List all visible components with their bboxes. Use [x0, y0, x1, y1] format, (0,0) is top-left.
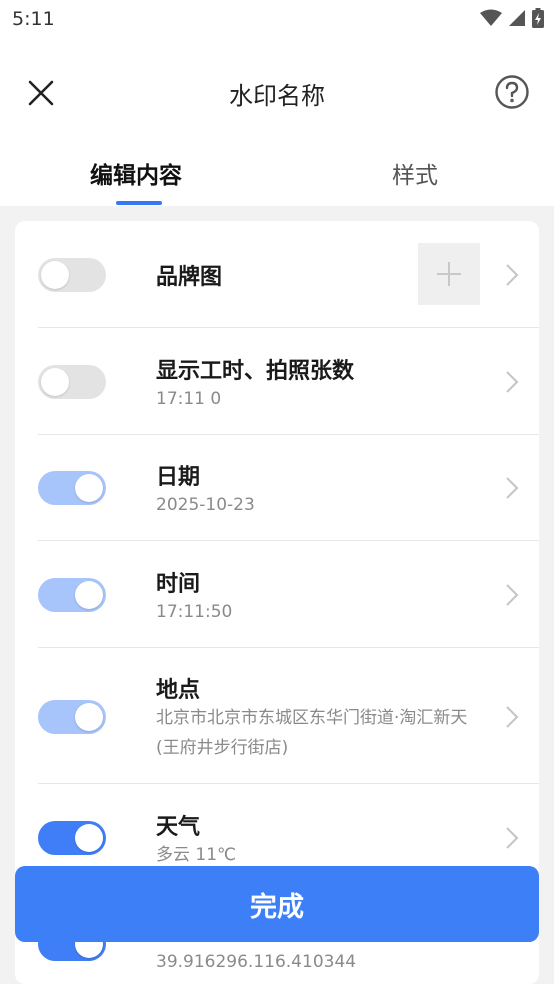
- toggle-brand-image[interactable]: [38, 258, 106, 292]
- item-subtitle: 39.916296.116.410344: [156, 952, 357, 972]
- item-title: 天气: [156, 815, 201, 840]
- signal-icon: [509, 10, 525, 26]
- toggle-work-hours[interactable]: [38, 365, 106, 399]
- done-button[interactable]: 完成: [15, 866, 539, 942]
- item-subtitle: 2025-10-23: [156, 495, 255, 515]
- toggle-knob: [75, 581, 103, 609]
- tab-style[interactable]: 样式: [392, 156, 438, 200]
- add-brand-image-button[interactable]: [418, 243, 480, 305]
- item-subtitle: 17:11 0: [156, 389, 222, 409]
- toggle-knob: [75, 474, 103, 502]
- wifi-icon: [480, 9, 502, 26]
- battery-icon: [532, 8, 544, 28]
- item-subtitle: 17:11:50: [156, 602, 233, 622]
- help-icon: [495, 75, 529, 109]
- list-item-work-hours[interactable]: 显示工时、拍照张数 17:11 0: [15, 328, 539, 435]
- item-title: 地点: [156, 678, 201, 703]
- item-title: 品牌图: [156, 265, 223, 290]
- tab-edit-content[interactable]: 编辑内容: [90, 156, 182, 200]
- list-item-date[interactable]: 日期 2025-10-23: [15, 435, 539, 541]
- plus-icon: [437, 262, 461, 286]
- toggle-date[interactable]: [38, 471, 106, 505]
- item-title: 日期: [156, 465, 201, 490]
- chevron-right-icon: [506, 706, 519, 728]
- toggle-location[interactable]: [38, 700, 106, 734]
- tab-active-indicator: [116, 201, 162, 205]
- list-item-brand-image[interactable]: 品牌图: [15, 221, 539, 328]
- page-title: 水印名称: [229, 82, 325, 110]
- toggle-knob: [41, 368, 69, 396]
- item-subtitle: 北京市北京市东城区东华门街道·淘汇新天(王府井步行街店): [156, 708, 468, 758]
- chevron-right-icon: [506, 584, 519, 606]
- item-title: 显示工时、拍照张数: [156, 359, 355, 384]
- item-title: 时间: [156, 572, 201, 597]
- chevron-right-icon: [506, 264, 519, 286]
- status-time: 5:11: [12, 8, 55, 30]
- chevron-right-icon: [506, 371, 519, 393]
- status-icons: [480, 8, 544, 28]
- chevron-right-icon: [506, 477, 519, 499]
- toggle-weather[interactable]: [38, 821, 106, 855]
- list-item-location[interactable]: 地点 北京市北京市东城区东华门街道·淘汇新天(王府井步行街店): [15, 648, 539, 784]
- toggle-knob: [75, 703, 103, 731]
- toggle-knob: [75, 824, 103, 852]
- help-button[interactable]: [492, 72, 532, 112]
- toggle-knob: [41, 261, 69, 289]
- header: 水印名称 编辑内容 样式: [0, 38, 554, 206]
- list-item-time[interactable]: 时间 17:11:50: [15, 541, 539, 648]
- toggle-time[interactable]: [38, 578, 106, 612]
- status-bar: 5:11: [0, 0, 554, 38]
- chevron-right-icon: [506, 827, 519, 849]
